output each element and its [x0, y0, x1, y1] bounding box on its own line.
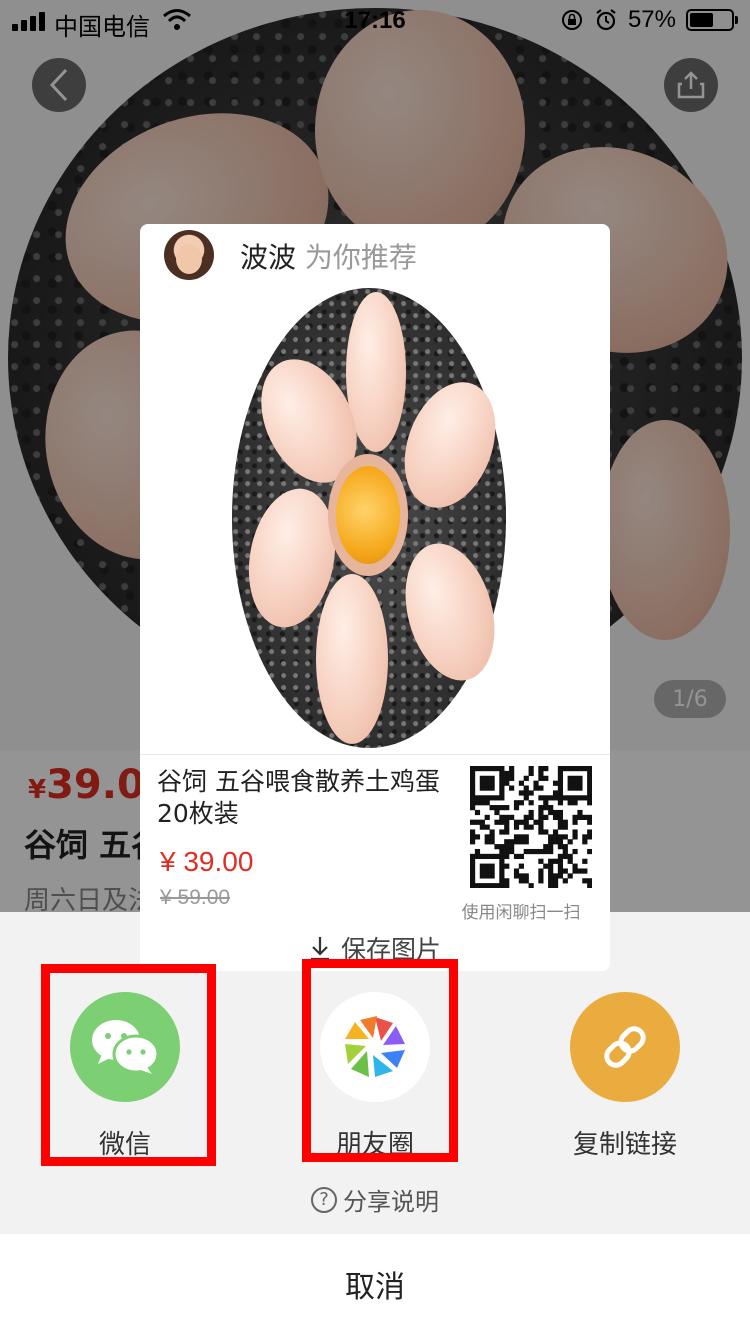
qr-caption: 使用闲聊扫一扫 — [461, 903, 581, 923]
status-right: 57% — [560, 6, 738, 34]
link-icon — [570, 992, 680, 1102]
poster-photo-yolk — [336, 466, 400, 564]
poster-recommender: 波波 为你推荐 — [240, 236, 417, 276]
poster-original-price: ¥ 59.00 — [160, 886, 231, 909]
status-bar: 中国电信 17:16 57% — [0, 0, 750, 41]
recommend-text: 为你推荐 — [304, 241, 417, 274]
qr-code — [470, 766, 592, 888]
poster-product-image — [232, 288, 512, 748]
battery-percent: 57% — [627, 6, 676, 33]
share-poster-card: 波波 为你推荐 谷饲 五谷喂食散养土鸡蛋20枚装 ¥ 39.00 ¥ 59.00… — [140, 224, 610, 971]
highlight-box-wechat — [41, 964, 216, 1166]
cancel-button[interactable]: 取消 — [0, 1234, 750, 1334]
share-help-label: 分享说明 — [343, 1188, 439, 1216]
user-name: 波波 — [240, 241, 297, 274]
share-option-label: 复制链接 — [572, 1130, 677, 1160]
download-icon — [310, 937, 329, 961]
poster-photo-egg — [316, 574, 388, 744]
rotation-lock-icon — [561, 10, 582, 30]
avatar — [164, 230, 214, 280]
alarm-icon — [596, 9, 616, 31]
highlight-box-moments — [302, 959, 458, 1162]
battery-icon — [686, 9, 738, 31]
poster-price: ¥ 39.00 — [160, 846, 254, 877]
battery-fill — [690, 13, 713, 27]
poster-divider — [140, 754, 610, 755]
share-help-link[interactable]: ? 分享说明 — [0, 1182, 750, 1217]
copy-link-button[interactable]: 复制链接 — [525, 992, 725, 1160]
poster-product-title: 谷饲 五谷喂食散养土鸡蛋20枚装 — [157, 767, 440, 828]
question-icon: ? — [311, 1186, 337, 1213]
